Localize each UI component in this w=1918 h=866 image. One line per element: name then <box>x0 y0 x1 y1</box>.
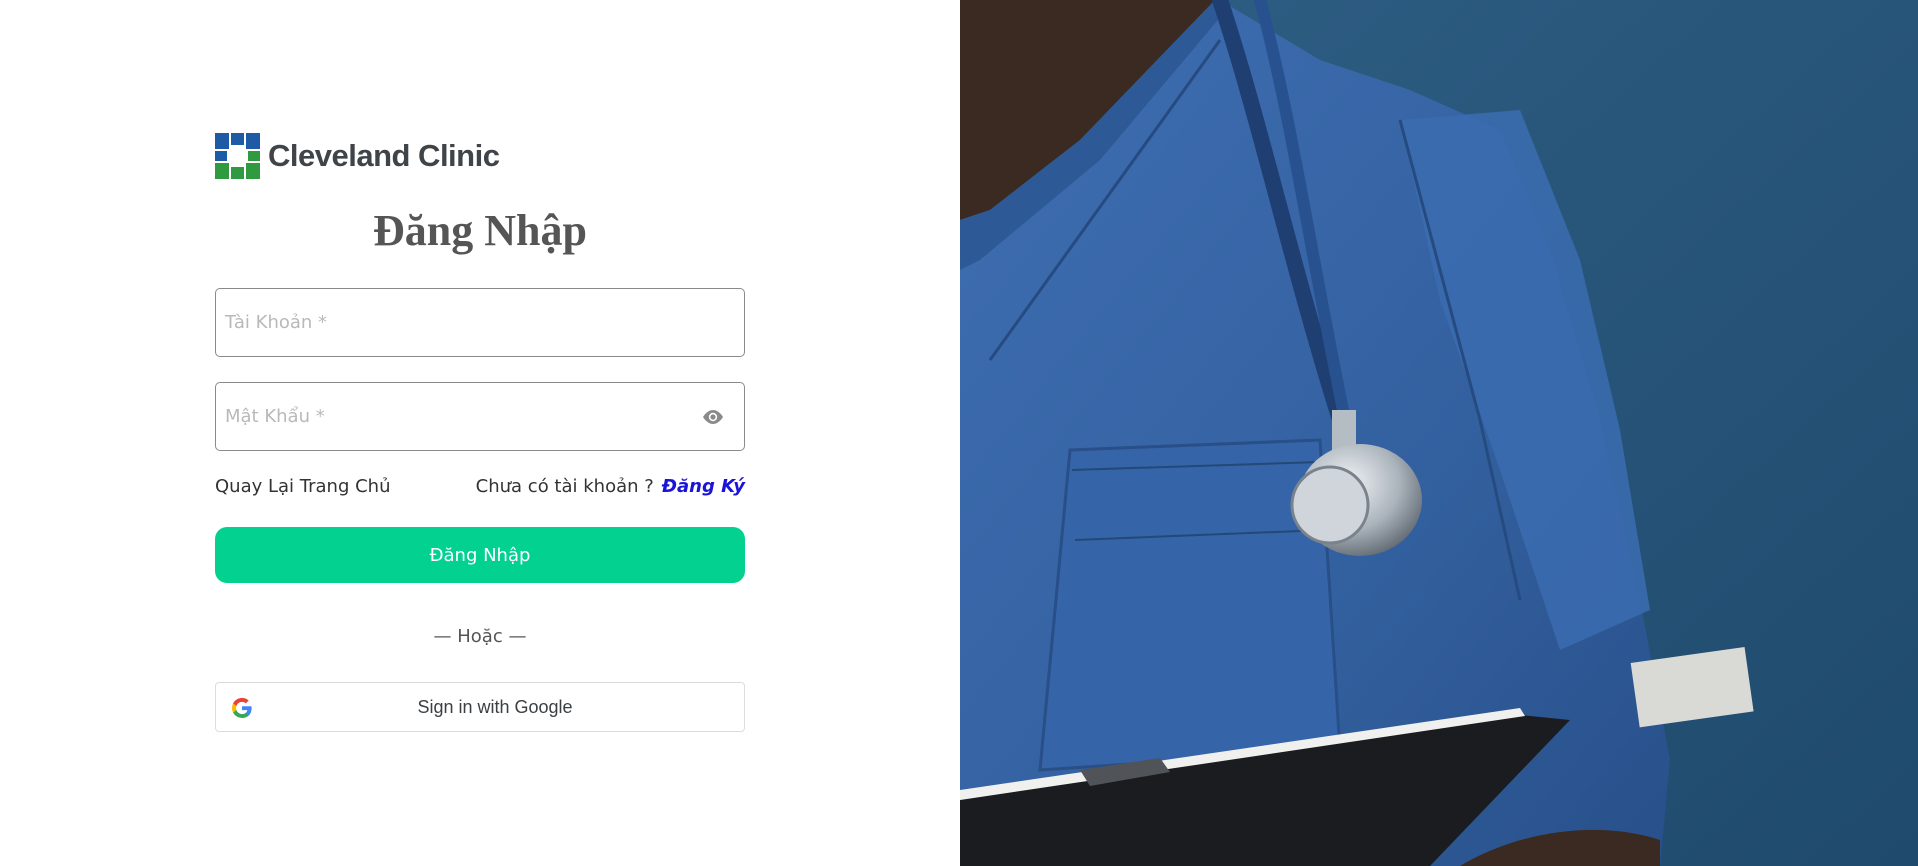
login-button[interactable]: Đăng Nhập <box>215 527 745 583</box>
brand-logo: Cleveland Clinic <box>215 133 500 179</box>
nurse-scrubs-photo <box>960 0 1918 866</box>
no-account-text: Chưa có tài khoản ? <box>475 476 654 497</box>
google-signin-label: Sign in with Google <box>417 697 573 717</box>
username-input[interactable] <box>216 289 744 356</box>
back-home-link[interactable]: Quay Lại Trang Chủ <box>215 476 390 497</box>
or-divider: — Hoặc — <box>433 626 527 647</box>
page-title: Đăng Nhập <box>373 206 587 255</box>
password-input[interactable] <box>216 383 744 450</box>
register-prompt: Chưa có tài khoản ? Đăng Ký <box>476 476 745 497</box>
register-link[interactable]: Đăng Ký <box>662 476 745 497</box>
hero-image <box>960 0 1918 866</box>
eye-icon[interactable] <box>701 407 725 427</box>
brand-name: Cleveland Clinic <box>268 138 500 173</box>
cleveland-clinic-logo-icon <box>215 133 260 179</box>
google-signin-button[interactable]: Sign in with Google <box>215 682 745 732</box>
username-field[interactable] <box>215 288 745 357</box>
auth-links: Quay Lại Trang Chủ Chưa có tài khoản ? Đă… <box>215 476 745 502</box>
login-pane: Cleveland Clinic Đăng Nhập Quay Lại Tran… <box>0 0 960 866</box>
password-field[interactable] <box>215 382 745 451</box>
